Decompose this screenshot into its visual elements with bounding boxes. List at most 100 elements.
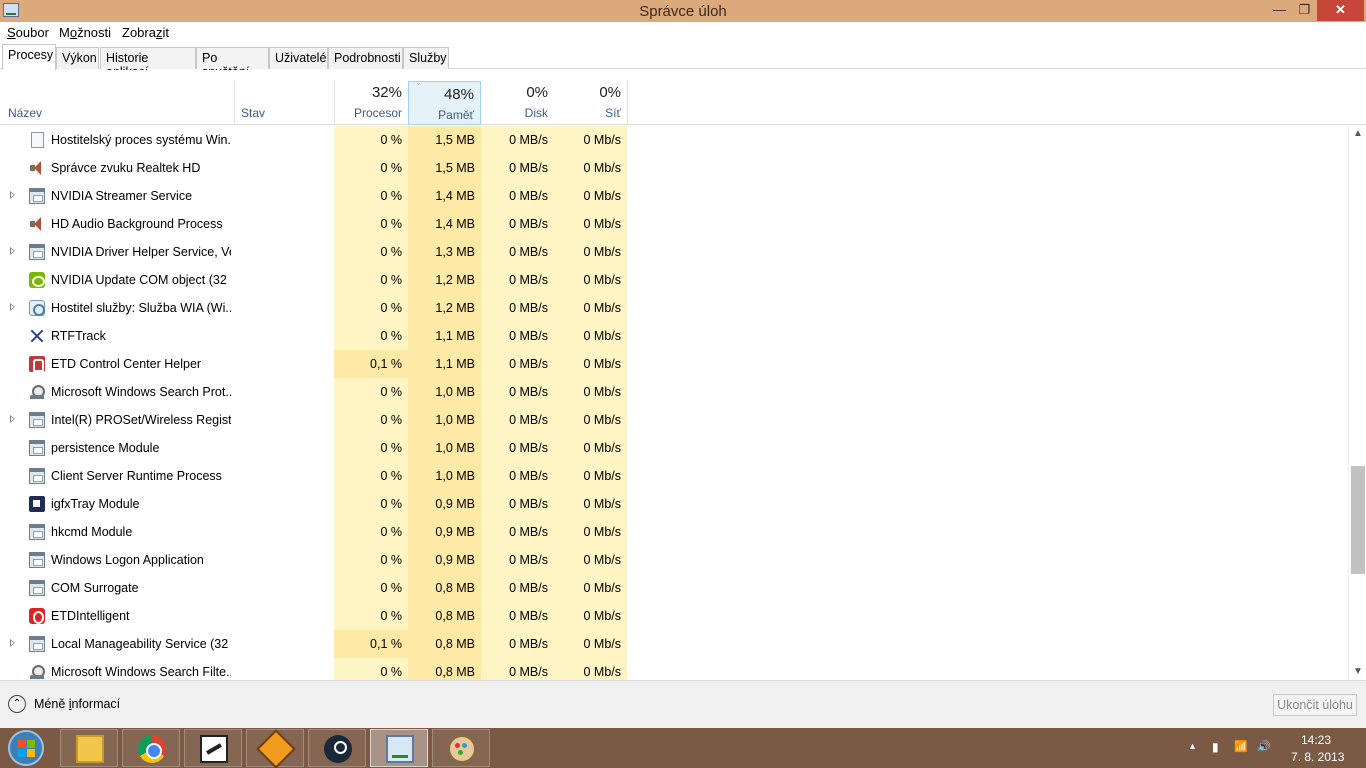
column-divider[interactable] <box>234 80 235 125</box>
process-row[interactable]: Microsoft Windows Search Filte... 0 % 0,8 … <box>0 658 1348 680</box>
end-task-button[interactable]: Ukončit úlohu <box>1273 694 1357 716</box>
process-name: NVIDIA Streamer Service <box>51 189 193 203</box>
close-button[interactable]: ✕ <box>1317 0 1364 21</box>
process-row[interactable]: Intel(R) PROSet/Wireless Registr... 0 % 1,… <box>0 406 1348 434</box>
process-row[interactable]: COM Surrogate 0 % 0,8 MB 0 MB/s 0 Mb/s <box>0 574 1348 602</box>
process-row[interactable]: RTFTrack 0 % 1,1 MB 0 MB/s 0 Mb/s <box>0 322 1348 350</box>
tab-uzivatele[interactable]: Uživatelé <box>269 47 328 69</box>
expand-arrow-icon[interactable] <box>10 191 15 199</box>
network-value: 0 Mb/s <box>554 434 627 462</box>
taskbar-app-winamp[interactable] <box>246 729 304 768</box>
window-title: Správce úloh <box>639 3 727 20</box>
taskbar-app-file-explorer[interactable] <box>60 729 118 767</box>
column-divider[interactable] <box>627 80 628 125</box>
cpu-value: 0 % <box>334 294 408 322</box>
process-list: Hostitelský proces systému Win... 0 % 1,5 … <box>0 126 1348 680</box>
process-row[interactable]: Hostitelský proces systému Win... 0 % 1,5 … <box>0 126 1348 154</box>
cpu-value: 0 % <box>334 546 408 574</box>
task-manager-icon <box>386 735 414 763</box>
process-row[interactable]: Local Manageability Service (32 ... 0,1 %… <box>0 630 1348 658</box>
expand-arrow-icon[interactable] <box>10 639 15 647</box>
process-row[interactable]: NVIDIA Update COM object (32 ... 0 % 1,2 M… <box>0 266 1348 294</box>
process-name: igfxTray Module <box>51 497 140 511</box>
tab-historie-aplikaci[interactable]: Historie aplikací <box>100 47 196 79</box>
nvidia-icon <box>29 272 45 288</box>
cpu-value: 0 % <box>334 238 408 266</box>
minimize-button[interactable]: — <box>1267 0 1292 21</box>
process-row[interactable]: hkcmd Module 0 % 0,9 MB 0 MB/s 0 Mb/s <box>0 518 1348 546</box>
memory-label: Paměť <box>438 108 474 122</box>
folder-icon <box>76 735 104 763</box>
network-signal-icon[interactable]: 📶 <box>1234 740 1248 753</box>
process-row[interactable]: Microsoft Windows Search Prot... 0 % 1,0 M… <box>0 378 1348 406</box>
column-header-disk[interactable]: 0% Disk <box>481 80 554 124</box>
cpu-value: 0 % <box>334 378 408 406</box>
tab-sluzby[interactable]: Služby <box>403 47 449 69</box>
process-row[interactable]: ETD Control Center Helper 0,1 % 1,1 MB 0 MB… <box>0 350 1348 378</box>
process-row[interactable]: NVIDIA Streamer Service 0 % 1,4 MB 0 MB/s 0 … <box>0 182 1348 210</box>
taskbar-app-steam[interactable] <box>308 729 366 767</box>
cpu-value: 0 % <box>334 182 408 210</box>
memory-value: 1,4 MB <box>408 182 481 210</box>
tab-procesy[interactable]: Procesy <box>2 44 56 70</box>
process-row[interactable]: igfxTray Module 0 % 0,9 MB 0 MB/s 0 Mb/s <box>0 490 1348 518</box>
menu-zobrazit[interactable]: Zobrazit <box>122 25 169 40</box>
taskbar-app-paint[interactable] <box>432 729 490 767</box>
vertical-scrollbar[interactable]: ▲ ▼ <box>1348 126 1366 680</box>
tab-podrobnosti[interactable]: Podrobnosti <box>328 47 403 69</box>
network-value: 0 Mb/s <box>554 602 627 630</box>
column-header-name[interactable]: Název <box>8 106 42 120</box>
process-row[interactable]: Windows Logon Application 0 % 0,9 MB 0 MB/s… <box>0 546 1348 574</box>
volume-icon[interactable]: 🔊 <box>1257 740 1271 753</box>
network-value: 0 Mb/s <box>554 294 627 322</box>
rtftrack-icon <box>29 328 45 344</box>
taskbar-app-task-manager[interactable] <box>370 729 428 767</box>
column-header-memory[interactable]: ˇ 48% Paměť <box>408 81 481 125</box>
column-header-status[interactable]: Stav <box>241 106 265 120</box>
process-row[interactable]: ETDIntelligent 0 % 0,8 MB 0 MB/s 0 Mb/s <box>0 602 1348 630</box>
disk-value: 0 MB/s <box>481 490 554 518</box>
process-row[interactable]: Hostitel služby: Služba WIA (Wi... 0 % 1,2… <box>0 294 1348 322</box>
menu-soubor[interactable]: Soubor <box>7 25 49 40</box>
scroll-down-icon[interactable]: ▼ <box>1349 664 1366 680</box>
process-row[interactable]: NVIDIA Driver Helper Service, Ve... 0 % 1,… <box>0 238 1348 266</box>
memory-value: 0,8 MB <box>408 658 481 680</box>
process-row[interactable]: HD Audio Background Process 0 % 1,4 MB 0 MB… <box>0 210 1348 238</box>
maximize-button[interactable]: ❐ <box>1292 0 1317 21</box>
clock-date[interactable]: 7. 8. 2013 <box>1291 750 1344 764</box>
expand-arrow-icon[interactable] <box>10 303 15 311</box>
column-header-network[interactable]: 0% Síť <box>554 80 627 124</box>
search-user-icon <box>29 384 45 400</box>
column-header-cpu[interactable]: 32% Procesor <box>334 80 408 124</box>
disk-value: 0 MB/s <box>481 630 554 658</box>
search-user-icon <box>29 664 45 680</box>
cpu-value: 0 % <box>334 406 408 434</box>
scroll-up-icon[interactable]: ▲ <box>1349 126 1366 142</box>
memory-value: 1,2 MB <box>408 266 481 294</box>
cpu-value: 0 % <box>334 210 408 238</box>
disk-value: 0 MB/s <box>481 294 554 322</box>
battery-icon[interactable]: ▮ <box>1212 740 1219 754</box>
process-row[interactable]: Client Server Runtime Process 0 % 1,0 MB 0 … <box>0 462 1348 490</box>
process-row[interactable]: persistence Module 0 % 1,0 MB 0 MB/s 0 Mb/s <box>0 434 1348 462</box>
network-value: 0 Mb/s <box>554 126 627 154</box>
disk-value: 0 MB/s <box>481 182 554 210</box>
tab-po-spusteni[interactable]: Po spuštění <box>196 47 269 79</box>
memory-value: 0,8 MB <box>408 630 481 658</box>
process-row[interactable]: Správce zvuku Realtek HD 0 % 1,5 MB 0 MB/s 0… <box>0 154 1348 182</box>
network-value: 0 Mb/s <box>554 350 627 378</box>
taskbar-app-chrome[interactable] <box>122 729 180 767</box>
scroll-thumb[interactable] <box>1351 466 1365 574</box>
window-app-icon <box>29 412 45 428</box>
expand-arrow-icon[interactable] <box>10 247 15 255</box>
clock-time[interactable]: 14:23 <box>1301 733 1331 747</box>
taskbar-app-3[interactable] <box>184 729 242 767</box>
start-button[interactable] <box>8 730 44 766</box>
tab-vykon[interactable]: Výkon <box>56 47 99 69</box>
expand-arrow-icon[interactable] <box>10 415 15 423</box>
show-hidden-icons-icon[interactable]: ▲ <box>1188 741 1197 751</box>
disk-value: 0 MB/s <box>481 126 554 154</box>
menu-moznosti[interactable]: Možnosti <box>59 25 111 40</box>
chrome-icon <box>138 735 166 763</box>
process-name: Microsoft Windows Search Prot... <box>51 385 231 399</box>
